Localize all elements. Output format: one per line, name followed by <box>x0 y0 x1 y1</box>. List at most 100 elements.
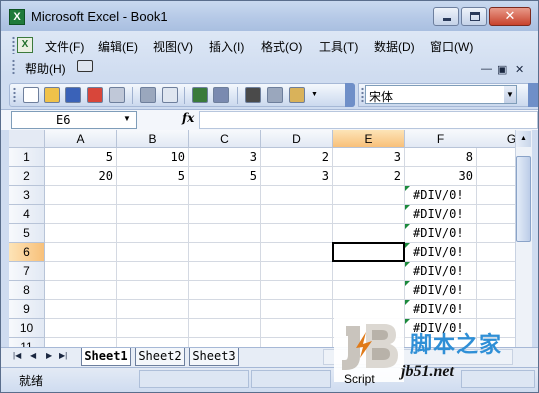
spelling-icon[interactable] <box>192 87 208 103</box>
cell-e9[interactable] <box>333 300 405 319</box>
cell-f8[interactable]: #DIV/0! <box>405 281 477 300</box>
column-header-d[interactable]: D <box>261 130 333 148</box>
cell-a1[interactable]: 5 <box>45 148 117 167</box>
cell-b5[interactable] <box>117 224 189 243</box>
print-preview-icon[interactable] <box>162 87 178 103</box>
cell-a7[interactable] <box>45 262 117 281</box>
cell-e8[interactable] <box>333 281 405 300</box>
toolbar-options-chevron[interactable] <box>345 83 355 107</box>
cell-a6[interactable] <box>45 243 117 262</box>
row-header-6[interactable]: 6 <box>9 243 45 262</box>
cell-f3[interactable]: #DIV/0! <box>405 186 477 205</box>
cell-e4[interactable] <box>333 205 405 224</box>
cell-b10[interactable] <box>117 319 189 338</box>
scroll-up-icon[interactable]: ▲ <box>516 131 531 147</box>
menu-item-0[interactable]: 文件(F) <box>45 38 84 55</box>
cell-b6[interactable] <box>117 243 189 262</box>
menu-gripper[interactable] <box>12 36 15 54</box>
cell-d2[interactable]: 3 <box>261 167 333 186</box>
first-sheet-icon[interactable]: |◀ <box>13 351 21 360</box>
column-header-g[interactable]: G <box>476 130 515 148</box>
cell-d10[interactable] <box>261 319 333 338</box>
cell-c9[interactable] <box>189 300 261 319</box>
column-header-c[interactable]: C <box>189 130 261 148</box>
cell-d6[interactable] <box>261 243 333 262</box>
cell-a3[interactable] <box>45 186 117 205</box>
cell-b8[interactable] <box>117 281 189 300</box>
menu-item-7[interactable]: 窗口(W) <box>430 38 473 55</box>
row-header-4[interactable]: 4 <box>9 205 45 224</box>
row-header-2[interactable]: 2 <box>9 167 45 186</box>
row-header-7[interactable]: 7 <box>9 262 45 281</box>
doc-restore-button[interactable]: ▣ <box>497 63 507 76</box>
font-dropdown-arrow-icon[interactable]: ▼ <box>504 86 516 103</box>
cell-d3[interactable] <box>261 186 333 205</box>
menu-item-2[interactable]: 视图(V) <box>153 38 193 55</box>
column-header-b[interactable]: B <box>117 130 189 148</box>
permission-icon[interactable] <box>87 87 103 103</box>
menu-item-6[interactable]: 数据(D) <box>374 38 415 55</box>
row-header-9[interactable]: 9 <box>9 300 45 319</box>
cell-b3[interactable] <box>117 186 189 205</box>
cell-f6[interactable]: #DIV/0! <box>405 243 477 262</box>
cell-c3[interactable] <box>189 186 261 205</box>
cell-e2[interactable]: 2 <box>333 167 405 186</box>
font-name-select[interactable]: 宋体 <box>365 85 517 104</box>
cell-b1[interactable]: 10 <box>117 148 189 167</box>
menu-item-1[interactable]: 编辑(E) <box>98 38 138 55</box>
sheet-tab-1[interactable]: Sheet1 <box>81 348 131 366</box>
new-icon[interactable] <box>23 87 39 103</box>
cell-c10[interactable] <box>189 319 261 338</box>
cell-a2[interactable]: 20 <box>45 167 117 186</box>
cell-g3[interactable] <box>476 186 515 205</box>
cell-a5[interactable] <box>45 224 117 243</box>
doc-minimize-button[interactable]: — <box>481 63 492 75</box>
cell-b9[interactable] <box>117 300 189 319</box>
toolbar-gripper[interactable] <box>13 87 16 103</box>
row-header-10[interactable]: 10 <box>9 319 45 338</box>
cell-f2[interactable]: 30 <box>405 167 477 186</box>
cell-g2[interactable] <box>476 167 515 186</box>
research-icon[interactable] <box>213 87 229 103</box>
cell-a11[interactable] <box>45 338 117 347</box>
cell-g5[interactable] <box>476 224 515 243</box>
cell-d9[interactable] <box>261 300 333 319</box>
next-sheet-icon[interactable]: ▶ <box>46 351 52 360</box>
doc-close-button[interactable]: ✕ <box>515 63 524 76</box>
cell-b11[interactable] <box>117 338 189 347</box>
excel-app-icon[interactable]: X <box>9 9 25 25</box>
cell-f7[interactable]: #DIV/0! <box>405 262 477 281</box>
cell-a10[interactable] <box>45 319 117 338</box>
cell-b4[interactable] <box>117 205 189 224</box>
menu-item-4[interactable]: 格式(O) <box>261 38 302 55</box>
cell-b2[interactable]: 5 <box>117 167 189 186</box>
cell-c5[interactable] <box>189 224 261 243</box>
row-header-5[interactable]: 5 <box>9 224 45 243</box>
save-icon[interactable] <box>65 87 81 103</box>
cell-d5[interactable] <box>261 224 333 243</box>
menu-item-3[interactable]: 插入(I) <box>209 38 244 55</box>
cell-c8[interactable] <box>189 281 261 300</box>
name-box-dropdown-icon[interactable]: ▼ <box>123 114 131 123</box>
last-sheet-icon[interactable]: ▶| <box>59 351 67 360</box>
cell-d4[interactable] <box>261 205 333 224</box>
minimize-button[interactable] <box>433 7 459 26</box>
cell-f5[interactable]: #DIV/0! <box>405 224 477 243</box>
cut-icon[interactable] <box>245 87 261 103</box>
cell-f9[interactable]: #DIV/0! <box>405 300 477 319</box>
cell-a4[interactable] <box>45 205 117 224</box>
menu-item-5[interactable]: 工具(T) <box>319 38 358 55</box>
font-gripper[interactable] <box>361 87 364 103</box>
cell-g1[interactable] <box>476 148 515 167</box>
cell-d8[interactable] <box>261 281 333 300</box>
row-header-11[interactable]: 11 <box>9 338 45 347</box>
column-header-f[interactable]: F <box>405 130 477 148</box>
copy-icon[interactable] <box>267 87 283 103</box>
cell-c1[interactable]: 3 <box>189 148 261 167</box>
cell-a8[interactable] <box>45 281 117 300</box>
prev-sheet-icon[interactable]: ◀ <box>30 351 36 360</box>
formatting-options-chevron[interactable] <box>528 83 538 107</box>
camera-icon[interactable] <box>77 60 93 72</box>
cell-e7[interactable] <box>333 262 405 281</box>
cell-g8[interactable] <box>476 281 515 300</box>
